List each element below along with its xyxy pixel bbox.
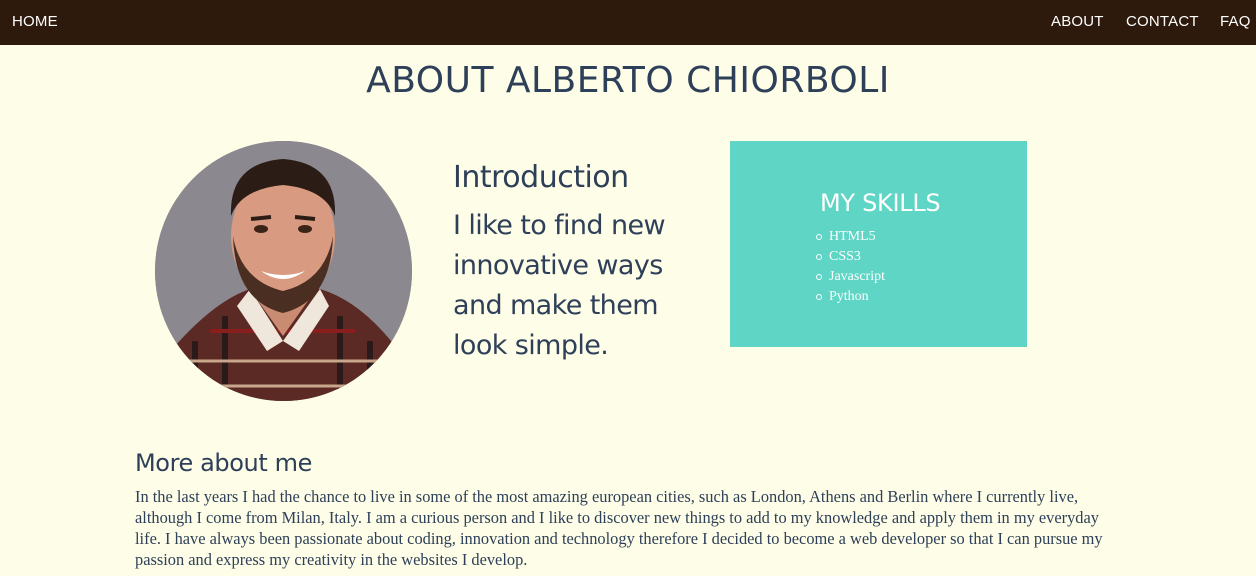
more-about-heading: More about me [135, 449, 312, 477]
intro-text: I like to find new innovative ways and m… [453, 210, 666, 361]
skill-item: Javascript [816, 267, 885, 287]
circle-bullet-icon [816, 294, 822, 300]
circle-bullet-icon [816, 274, 822, 280]
skill-item: HTML5 [816, 227, 885, 247]
skills-box: MY SKILLS HTML5 CSS3 Javascript Python [730, 141, 1027, 347]
nav-about-link[interactable]: ABOUT [1051, 13, 1104, 30]
circle-bullet-icon [816, 254, 822, 260]
skill-item: CSS3 [816, 247, 885, 267]
skill-label: HTML5 [829, 229, 876, 244]
skills-title: MY SKILLS [820, 189, 941, 217]
skill-item: Python [816, 287, 885, 307]
skill-label: CSS3 [829, 249, 861, 264]
skill-label: Javascript [829, 269, 885, 284]
intro-heading: Introduction [453, 160, 629, 195]
nav-contact-link[interactable]: CONTACT [1126, 13, 1199, 30]
nav-home-link[interactable]: HOME [12, 13, 58, 30]
nav-faq-link[interactable]: FAQ [1220, 13, 1251, 30]
circle-bullet-icon [816, 234, 822, 240]
profile-photo-icon [155, 141, 412, 401]
skill-label: Python [829, 289, 869, 304]
top-navbar: HOME ABOUT CONTACT FAQ [0, 0, 1256, 45]
more-about-text: In the last years I had the chance to li… [135, 487, 1103, 569]
skills-list: HTML5 CSS3 Javascript Python [816, 227, 885, 307]
page-title: ABOUT ALBERTO CHIORBOLI [366, 60, 890, 101]
avatar [155, 141, 412, 401]
